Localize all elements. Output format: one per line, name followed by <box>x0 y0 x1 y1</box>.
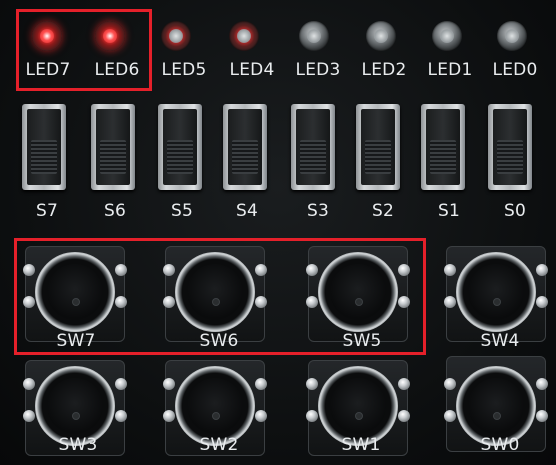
push-button-sw4[interactable] <box>444 246 548 342</box>
led2 <box>366 21 396 51</box>
s3-label: S3 <box>306 201 330 221</box>
s6-label: S6 <box>103 201 127 221</box>
slide-switch-s2[interactable] <box>356 104 400 190</box>
s2-label: S2 <box>371 201 395 221</box>
s5-label: S5 <box>170 201 194 221</box>
sw3-label: SW3 <box>58 435 98 455</box>
led2-label: LED2 <box>361 60 407 80</box>
led5 <box>161 21 191 51</box>
slide-switch-s1[interactable] <box>421 104 465 190</box>
led-highlight-box <box>16 9 152 91</box>
led5-label: LED5 <box>161 60 207 80</box>
led3-label: LED3 <box>295 60 341 80</box>
led0 <box>497 21 527 51</box>
led0-label: LED0 <box>492 60 538 80</box>
slide-switch-s5[interactable] <box>158 104 202 190</box>
led1-label: LED1 <box>427 60 473 80</box>
led3 <box>299 21 329 51</box>
slide-switch-s7[interactable] <box>22 104 66 190</box>
slide-switch-s6[interactable] <box>91 104 135 190</box>
s7-label: S7 <box>35 201 59 221</box>
slide-switch-s0[interactable] <box>488 104 532 190</box>
slide-switch-s3[interactable] <box>291 104 335 190</box>
sw1-label: SW1 <box>341 435 381 455</box>
led4 <box>229 21 259 51</box>
s4-label: S4 <box>235 201 259 221</box>
s1-label: S1 <box>437 201 461 221</box>
led1 <box>432 21 462 51</box>
led4-label: LED4 <box>229 60 275 80</box>
s0-label: S0 <box>503 201 527 221</box>
sw4-label: SW4 <box>480 331 520 351</box>
button-highlight-box <box>14 238 426 355</box>
slide-switch-s4[interactable] <box>223 104 267 190</box>
dev-board: LED7 LED6 LED5 LED4 LED3 LED2 LED1 LED0 … <box>0 0 556 465</box>
sw0-label: SW0 <box>480 435 520 455</box>
sw2-label: SW2 <box>199 435 239 455</box>
